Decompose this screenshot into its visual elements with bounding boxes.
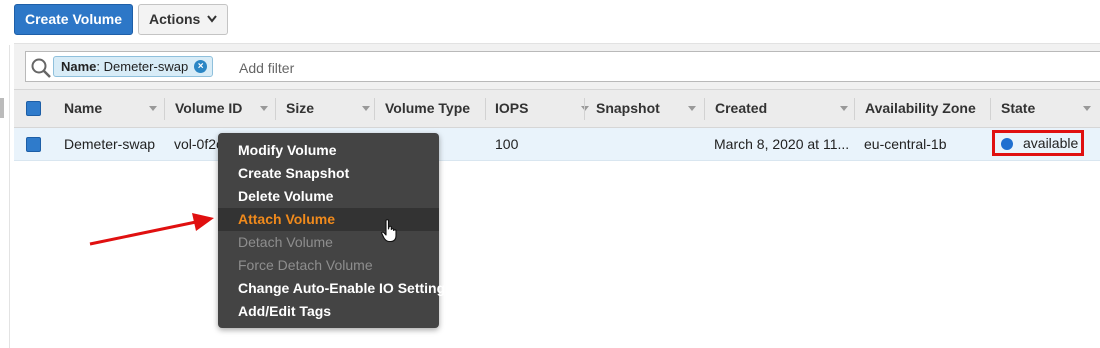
hand-pointer-icon: [381, 219, 397, 243]
annotation-arrow-icon: [89, 213, 214, 246]
